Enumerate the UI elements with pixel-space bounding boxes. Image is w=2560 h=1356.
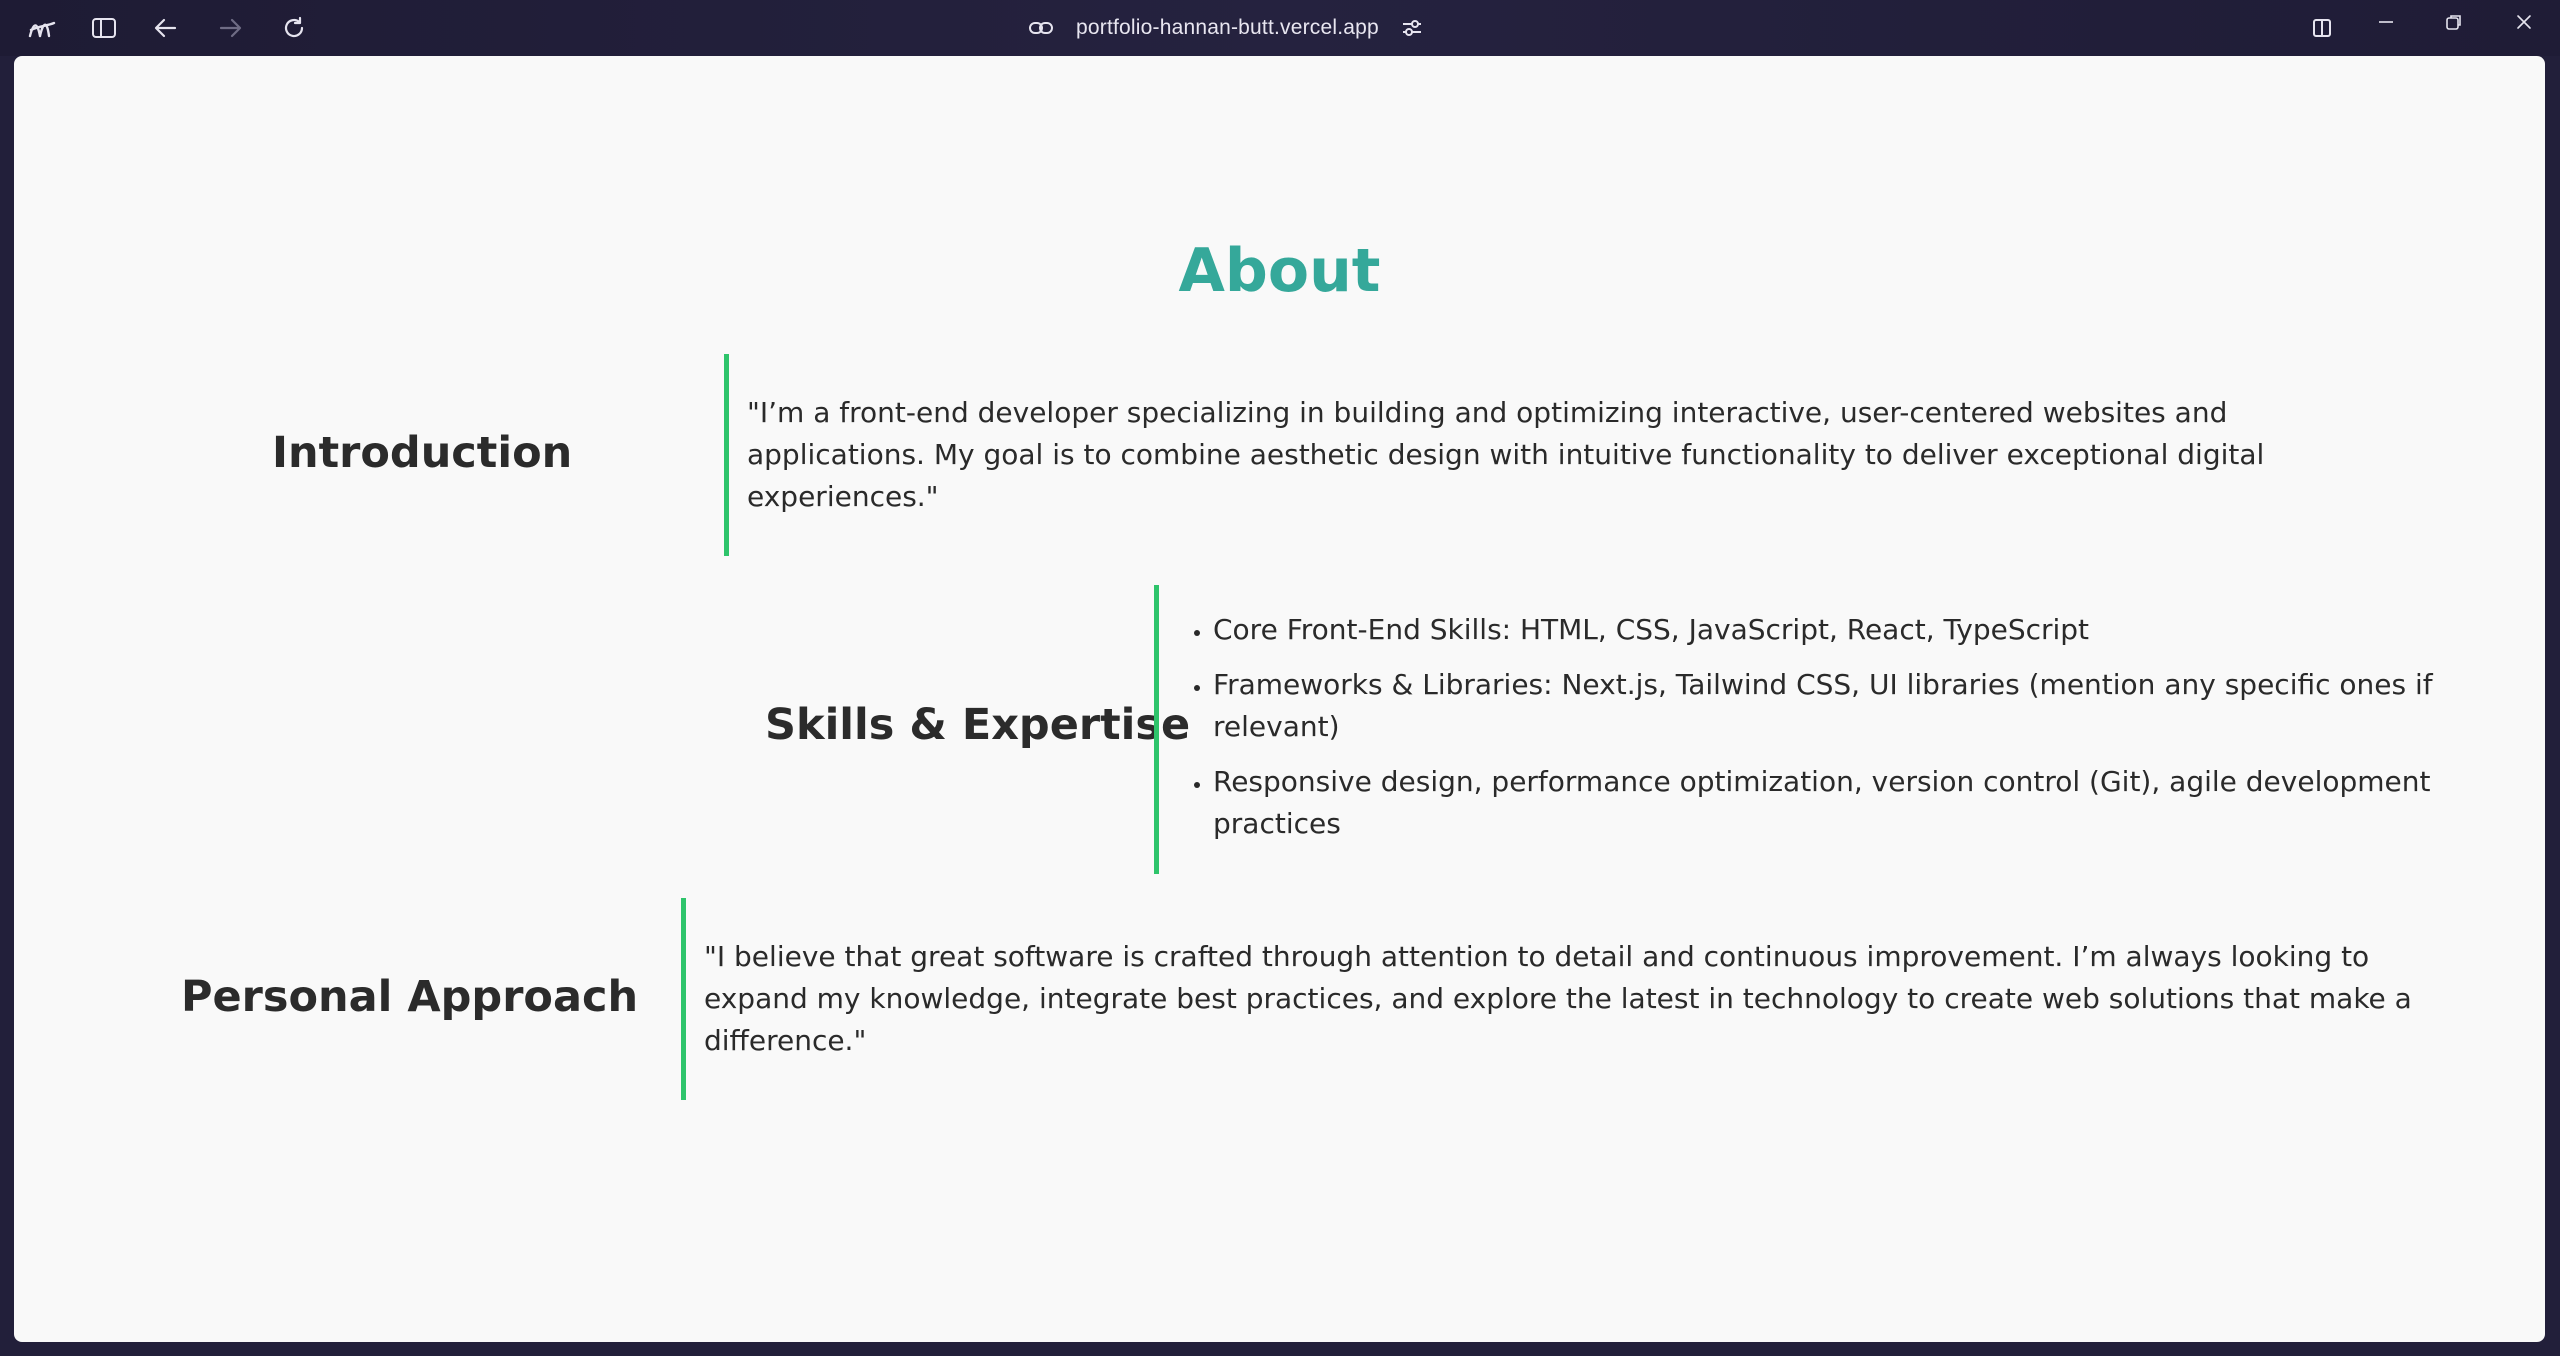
address-bar[interactable]: portfolio-hannan-butt.vercel.app — [1028, 8, 1423, 48]
reload-icon[interactable] — [276, 10, 312, 46]
list-item: Core Front-End Skills: HTML, CSS, JavaSc… — [1213, 609, 2439, 651]
approach-text: "I believe that great software is crafte… — [704, 940, 2412, 1057]
introduction-heading: Introduction — [272, 428, 573, 478]
split-view-icon[interactable] — [2304, 10, 2340, 46]
page-content: About Introduction "I’m a front-end deve… — [14, 56, 2545, 1342]
list-item: Frameworks & Libraries: Next.js, Tailwin… — [1213, 664, 2439, 748]
link-icon[interactable] — [1028, 20, 1054, 36]
introduction-block: "I’m a front-end developer specializing … — [724, 354, 2304, 556]
browser-toolbar: portfolio-hannan-butt.vercel.app — [0, 0, 2560, 56]
site-settings-icon[interactable] — [1401, 18, 1423, 38]
approach-block: "I believe that great software is crafte… — [681, 898, 2446, 1100]
skills-block: Core Front-End Skills: HTML, CSS, JavaSc… — [1154, 585, 2439, 874]
url-text[interactable]: portfolio-hannan-butt.vercel.app — [1076, 16, 1379, 40]
sidebar-toggle-icon[interactable] — [86, 10, 122, 46]
approach-heading: Personal Approach — [181, 972, 639, 1022]
back-arrow-icon[interactable] — [148, 10, 184, 46]
page-title: About — [1178, 236, 1381, 306]
minimize-icon[interactable] — [2368, 4, 2404, 40]
skills-list: Core Front-End Skills: HTML, CSS, JavaSc… — [1159, 609, 2439, 845]
close-icon[interactable] — [2506, 4, 2542, 40]
forward-arrow-icon[interactable] — [212, 10, 248, 46]
arc-logo-icon[interactable] — [24, 10, 60, 46]
restore-icon[interactable] — [2436, 4, 2472, 40]
skills-heading: Skills & Expertise — [765, 700, 1191, 750]
introduction-text: "I’m a front-end developer specializing … — [747, 396, 2265, 513]
list-item: Responsive design, performance optimizat… — [1213, 761, 2439, 845]
